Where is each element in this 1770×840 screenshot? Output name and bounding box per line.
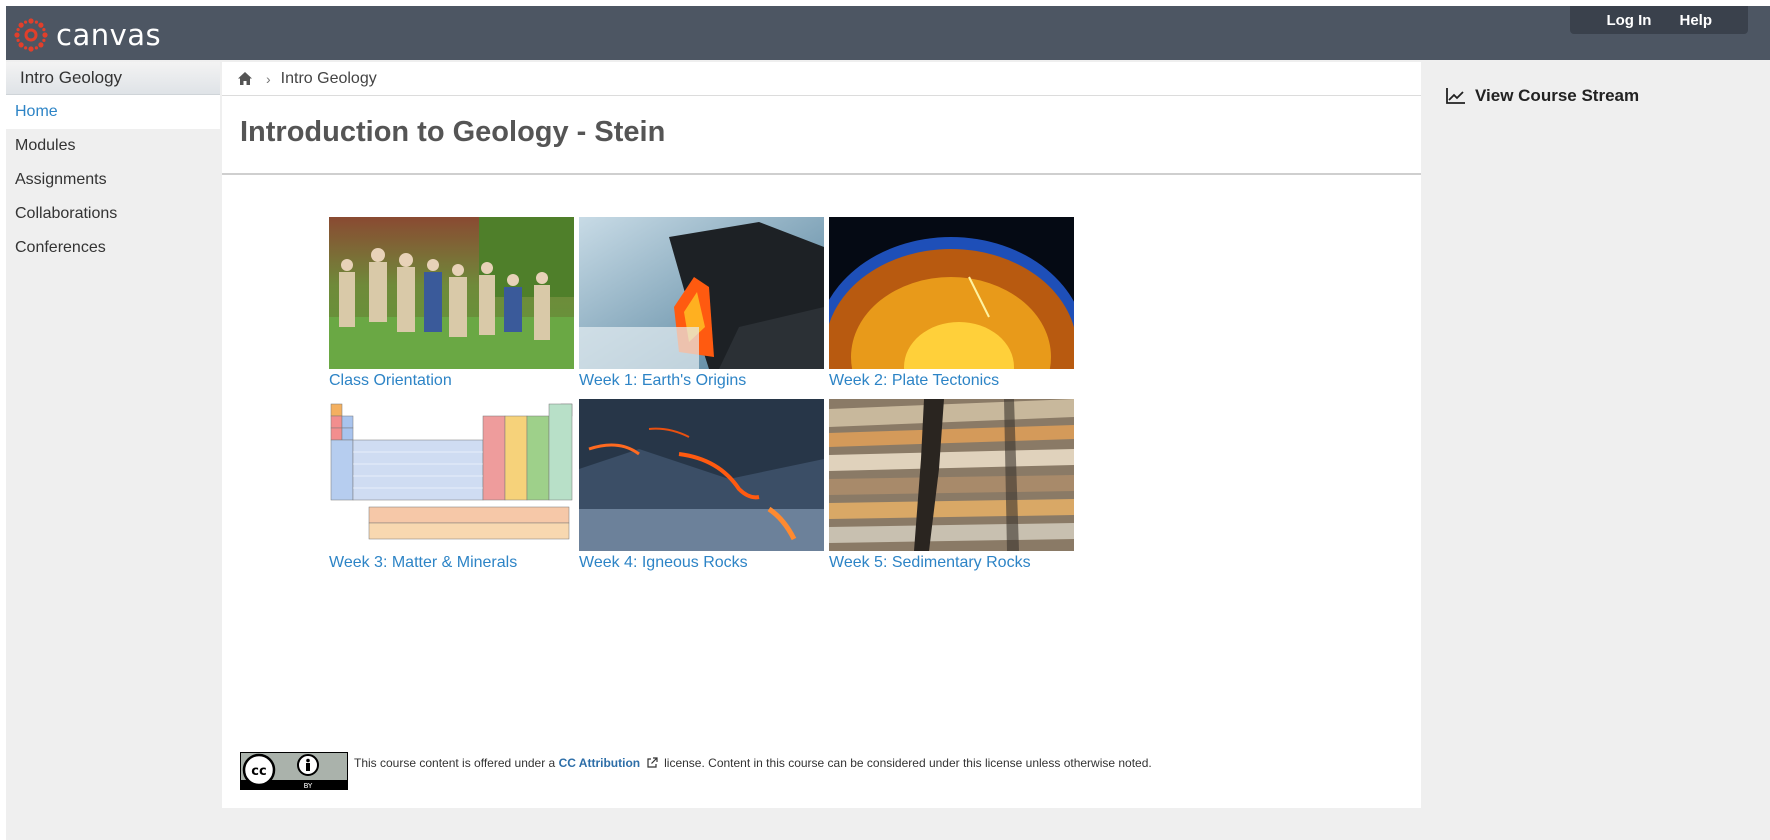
- cooling-lava-image[interactable]: [579, 399, 824, 551]
- right-sidebar: View Course Stream: [1446, 86, 1639, 106]
- page-title: Introduction to Geology - Stein: [240, 116, 666, 148]
- module-card[interactable]: Week 4: Igneous Rocks: [579, 399, 824, 572]
- license-text: This course content is offered under a C…: [354, 756, 1152, 770]
- layered-rock-image[interactable]: [829, 399, 1074, 551]
- chart-line-icon: [1446, 88, 1465, 104]
- canvas-logo[interactable]: canvas: [14, 18, 161, 52]
- app-window: canvas Log In Help Intro Geology Home Mo…: [6, 6, 1770, 840]
- lava-ocean-image[interactable]: [579, 217, 824, 369]
- field-trip-image[interactable]: [329, 217, 574, 369]
- cc-badge-by: BY: [304, 782, 313, 790]
- chevron-right-icon: ›: [266, 70, 271, 87]
- module-link-week-1[interactable]: Week 1: Earth's Origins: [579, 372, 824, 390]
- external-link-icon: [647, 757, 658, 768]
- nav-item-home[interactable]: Home: [6, 95, 220, 129]
- view-course-stream-button[interactable]: View Course Stream: [1446, 86, 1639, 106]
- earth-core-image[interactable]: [829, 217, 1074, 369]
- course-nav: Intro Geology Home Modules Assignments C…: [6, 62, 220, 265]
- canvas-logo-icon: [14, 18, 48, 52]
- brand-name: canvas: [56, 18, 162, 52]
- nav-item-modules[interactable]: Modules: [6, 129, 220, 163]
- license-footer: cc BY This course content is offered und…: [240, 752, 1152, 790]
- page-title-bar: Introduction to Geology - Stein: [222, 96, 1421, 175]
- module-card[interactable]: Class Orientation: [329, 217, 574, 390]
- nav-item-conferences[interactable]: Conferences: [6, 231, 220, 265]
- course-title[interactable]: Intro Geology: [6, 62, 220, 95]
- breadcrumb: › Intro Geology: [222, 62, 1421, 96]
- user-nav: Log In Help: [1570, 6, 1748, 34]
- module-link-week-4[interactable]: Week 4: Igneous Rocks: [579, 554, 824, 572]
- module-link-week-5[interactable]: Week 5: Sedimentary Rocks: [829, 554, 1074, 572]
- license-text-after: license. Content in this course can be c…: [664, 756, 1152, 770]
- module-link-class-orientation[interactable]: Class Orientation: [329, 372, 574, 390]
- module-link-week-3[interactable]: Week 3: Matter & Minerals: [329, 554, 574, 572]
- help-link[interactable]: Help: [1679, 12, 1712, 29]
- module-link-week-2[interactable]: Week 2: Plate Tectonics: [829, 372, 1074, 390]
- periodic-table-image[interactable]: [329, 399, 574, 551]
- breadcrumb-current[interactable]: Intro Geology: [281, 70, 377, 88]
- module-card[interactable]: Week 3: Matter & Minerals: [329, 399, 574, 572]
- module-card[interactable]: Week 2: Plate Tectonics: [829, 217, 1074, 390]
- main-content: › Intro Geology Introduction to Geology …: [222, 62, 1421, 808]
- cc-attribution-link[interactable]: CC Attribution: [559, 756, 641, 770]
- view-course-stream-label: View Course Stream: [1475, 86, 1640, 105]
- nav-item-assignments[interactable]: Assignments: [6, 163, 220, 197]
- login-link[interactable]: Log In: [1606, 12, 1651, 29]
- home-icon[interactable]: [238, 72, 252, 85]
- license-text-before: This course content is offered under a: [354, 756, 556, 770]
- svg-text:cc: cc: [251, 764, 266, 779]
- nav-item-collaborations[interactable]: Collaborations: [6, 197, 220, 231]
- cc-by-badge-icon[interactable]: cc BY: [240, 752, 348, 790]
- module-card[interactable]: Week 1: Earth's Origins: [579, 217, 824, 390]
- top-header: canvas Log In Help: [6, 6, 1770, 60]
- module-card[interactable]: Week 5: Sedimentary Rocks: [829, 399, 1074, 572]
